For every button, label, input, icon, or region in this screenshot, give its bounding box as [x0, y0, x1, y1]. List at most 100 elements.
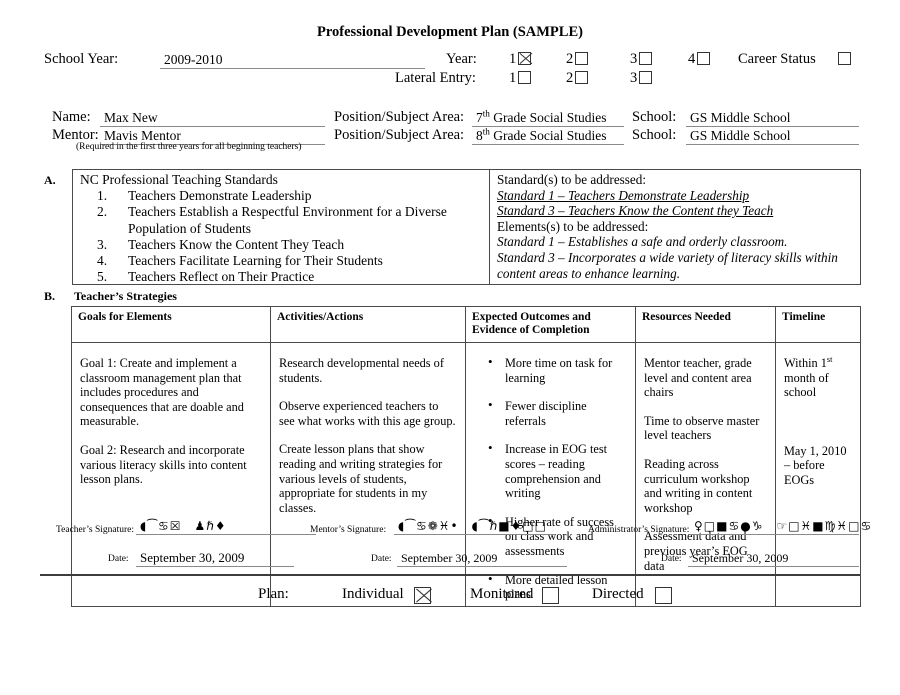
section-a-divider	[489, 169, 490, 285]
year-option-1-checkbox[interactable]	[518, 52, 531, 65]
lateral-entry-label: Lateral Entry:	[395, 70, 476, 86]
pdp-document-page: Professional Development Plan (SAMPLE) S…	[0, 0, 900, 695]
school-year-underline	[160, 68, 425, 69]
teacher-signature-underline	[136, 534, 316, 535]
elements-addressed-heading: Elements(s) to be addressed:	[497, 218, 649, 234]
school-label-1: School:	[632, 109, 677, 125]
name-value[interactable]: Max New	[104, 110, 158, 126]
activity-item: Create lesson plans that show reading an…	[279, 442, 443, 515]
year-option-3-checkbox[interactable]	[639, 52, 652, 65]
name-label: Name:	[52, 109, 91, 125]
name-underline	[100, 126, 325, 127]
mentor-date-label: Date:	[371, 554, 392, 564]
standard-number: 3.	[97, 236, 108, 252]
mentor-date-value[interactable]: September 30, 2009	[401, 551, 497, 566]
plan-option-directed-label: Directed	[592, 586, 644, 602]
lateral-entry-1-number: 1	[509, 70, 517, 86]
standard-number: 5.	[97, 269, 108, 285]
section-b-title: Teacher’s Strategies	[74, 289, 177, 303]
column-header-timeline: Timeline	[775, 306, 861, 343]
column-header-activities: Activities/Actions	[270, 306, 466, 343]
lateral-entry-3-checkbox[interactable]	[639, 71, 652, 84]
resource-item: Mentor teacher, grade level and content …	[644, 356, 752, 400]
section-a-standards-list: NC Professional Teaching Standards 1. Te…	[80, 172, 485, 285]
lateral-entry-2-number: 2	[566, 70, 574, 86]
resource-item: Time to observe master level teachers	[644, 413, 760, 443]
school-value-2[interactable]: GS Middle School	[690, 128, 791, 144]
mentor-signature-value[interactable]: ◖⁀♋❁♓• ◖⁀ℏ■♦□□	[398, 519, 547, 533]
mentor-requirement-note: (Required in the first three years for a…	[76, 142, 302, 152]
teacher-signature-value[interactable]: ◖⁀♋☒ ♟ℏ♦	[140, 519, 227, 533]
school-2-underline	[686, 144, 859, 145]
teacher-date-label: Date:	[108, 554, 129, 564]
administrator-signature-underline	[690, 534, 859, 535]
standard-text: Teachers Facilitate Learning for Their S…	[128, 253, 383, 269]
teacher-date-value[interactable]: September 30, 2009	[140, 550, 244, 566]
mentor-signature-underline	[394, 534, 554, 535]
standard-number: 1.	[97, 188, 108, 204]
standard-item: 2. Teachers Establish a Respectful Envir…	[80, 204, 485, 236]
year-option-4-number: 4	[688, 51, 696, 67]
timeline-item: May 1, 2010 – before EOGs	[784, 443, 847, 487]
element-addressed-item: Standard 3 – Incorporates a wide variety…	[497, 249, 838, 281]
school-1-underline	[686, 126, 859, 127]
administrator-date-label: Date:	[661, 554, 682, 564]
section-a-letter: A.	[44, 173, 56, 187]
lateral-entry-2-checkbox[interactable]	[575, 71, 588, 84]
resource-item: Reading across curriculum workshop and w…	[644, 456, 753, 515]
plan-label: Plan:	[258, 586, 289, 602]
goal-item: Goal 2: Research and incorporate various…	[80, 442, 247, 487]
outcome-item: Increase in EOG test scores – reading co…	[488, 441, 627, 500]
administrator-signature-label: Administrator’s Signature:	[588, 525, 690, 535]
position-2-underline	[472, 144, 624, 145]
column-header-goals: Goals for Elements	[71, 306, 271, 343]
administrator-date-value[interactable]: September 30, 2009	[692, 551, 788, 566]
element-addressed-item: Standard 1 – Establishes a safe and orde…	[497, 234, 788, 250]
position-value-1[interactable]: 7th Grade Social Studies	[476, 109, 607, 126]
plan-option-directed-checkbox[interactable]	[655, 587, 672, 604]
column-header-outcomes: Expected Outcomes and Evidence of Comple…	[465, 306, 636, 343]
standard-item: 5. Teachers Reflect on Their Practice	[80, 269, 485, 285]
plan-option-monitored-checkbox[interactable]	[542, 587, 559, 604]
position-value-2[interactable]: 8th Grade Social Studies	[476, 127, 607, 144]
mentor-date-underline	[397, 566, 567, 567]
table-header-row: Goals for Elements Activities/Actions Ex…	[71, 306, 861, 343]
year-option-1-number: 1	[509, 51, 517, 67]
lateral-entry-3-number: 3	[630, 70, 638, 86]
mentor-signature-label: Mentor’s Signature:	[310, 525, 387, 535]
standard-text: Teachers Know the Content They Teach	[128, 236, 345, 252]
outcome-item: More time on task for learning	[488, 355, 627, 385]
standard-number: 4.	[97, 253, 108, 269]
position-1-underline	[472, 126, 624, 127]
lateral-entry-1-checkbox[interactable]	[518, 71, 531, 84]
position-label-1: Position/Subject Area:	[334, 109, 465, 125]
outcome-item: Fewer discipline referrals	[488, 398, 627, 428]
plan-option-monitored-label: Monitored	[470, 586, 534, 602]
school-value-1[interactable]: GS Middle School	[690, 110, 791, 126]
standard-item: 1. Teachers Demonstrate Leadership	[80, 188, 485, 204]
standards-heading: NC Professional Teaching Standards	[80, 172, 278, 187]
administrator-signature-value[interactable]: ♀□■♋●♑ ☞□♓■♍♓□♋	[694, 519, 872, 533]
goal-item: Goal 1: Create and implement a classroom…	[80, 356, 244, 429]
plan-option-individual-checkbox[interactable]	[414, 587, 431, 604]
standard-item: 4. Teachers Facilitate Learning for Thei…	[80, 253, 485, 269]
standard-addressed-item: Standard 1 – Teachers Demonstrate Leader…	[497, 187, 750, 203]
position-label-2: Position/Subject Area:	[334, 127, 465, 143]
plan-option-individual-label: Individual	[342, 586, 404, 602]
year-option-2-checkbox[interactable]	[575, 52, 588, 65]
school-year-label: School Year:	[44, 51, 119, 67]
column-header-resources: Resources Needed	[635, 306, 776, 343]
page-title: Professional Development Plan (SAMPLE)	[317, 24, 583, 40]
footer-divider	[40, 574, 860, 576]
year-label: Year:	[446, 51, 477, 67]
teacher-signature-label: Teacher’s Signature:	[56, 525, 135, 535]
year-option-3-number: 3	[630, 51, 638, 67]
career-status-checkbox[interactable]	[838, 52, 851, 65]
section-b-letter: B.	[44, 289, 56, 303]
year-option-4-checkbox[interactable]	[697, 52, 710, 65]
school-year-value[interactable]: 2009-2010	[164, 52, 223, 68]
standard-addressed-item: Standard 3 – Teachers Know the Content t…	[497, 203, 774, 219]
school-label-2: School:	[632, 127, 677, 143]
standard-item: 3. Teachers Know the Content They Teach	[80, 237, 485, 253]
activity-item: Observe experienced teachers to see what…	[279, 399, 456, 428]
